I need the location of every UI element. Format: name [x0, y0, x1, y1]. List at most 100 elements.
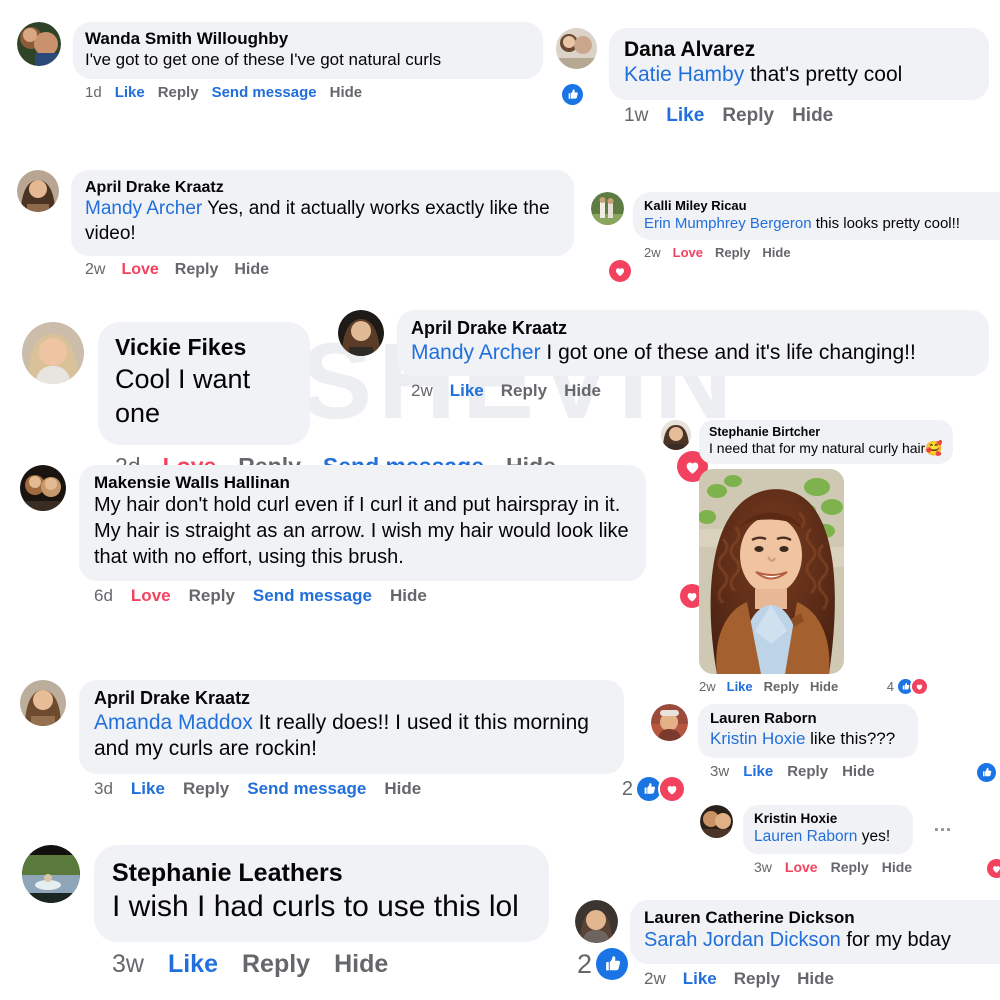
reaction-summary[interactable]: 4 [887, 676, 929, 696]
like-button[interactable]: Like [743, 763, 773, 780]
avatar[interactable] [591, 192, 624, 225]
like-button[interactable]: Like [168, 950, 218, 979]
comment-wanda-smith-willoughby[interactable]: Wanda Smith Willoughby I've got to get o… [17, 22, 585, 108]
mention-tag[interactable]: Sarah Jordan Dickson [644, 929, 841, 951]
mention-tag[interactable]: Erin Mumphrey Bergeron [644, 215, 812, 232]
comment-author[interactable]: Kristin Hoxie [754, 811, 902, 827]
like-button[interactable]: Like [115, 84, 145, 101]
comment-bubble: Dana Alvarez Katie Hamby that's pretty c… [609, 28, 989, 101]
hide-button[interactable]: Hide [234, 261, 269, 279]
avatar[interactable] [700, 805, 733, 838]
reply-button[interactable]: Reply [158, 84, 199, 101]
like-button[interactable]: Like [683, 969, 717, 989]
avatar[interactable] [661, 420, 691, 450]
comment-timestamp: 2w [699, 678, 716, 694]
comment-author[interactable]: Stephanie Leathers [112, 858, 531, 888]
avatar[interactable] [20, 680, 66, 726]
comment-author[interactable]: Makensie Walls Hallinan [94, 473, 631, 493]
comment-timestamp: 6d [94, 586, 113, 606]
comment-author[interactable]: April Drake Kraatz [85, 178, 560, 197]
love-button[interactable]: Love [785, 859, 818, 875]
hide-button[interactable]: Hide [882, 859, 912, 875]
comment-text: I need that for my natural curly hair🥰 [709, 440, 943, 458]
love-icon [910, 676, 929, 696]
comment-kristin-hoxie[interactable]: Kristin Hoxie Lauren Raborn yes! … 3w Lo… [700, 805, 1000, 881]
comment-author[interactable]: Stephanie Birtcher [709, 425, 943, 440]
reply-button[interactable]: Reply [175, 261, 219, 279]
comment-bubble: April Drake Kraatz Amanda Maddox It real… [79, 680, 624, 775]
mention-tag[interactable]: Amanda Maddox [94, 711, 253, 734]
comment-author[interactable]: Lauren Raborn [710, 710, 906, 728]
mention-tag[interactable]: Katie Hamby [624, 63, 744, 86]
send-message-button[interactable]: Send message [247, 779, 366, 799]
send-message-button[interactable]: Send message [253, 586, 372, 606]
avatar[interactable] [556, 28, 597, 69]
comment-makensie-walls-hallinan[interactable]: Makensie Walls Hallinan My hair don't ho… [20, 465, 706, 611]
comment-dana-alvarez[interactable]: Dana Alvarez Katie Hamby that's pretty c… [556, 28, 1000, 127]
love-button[interactable]: Love [121, 261, 158, 279]
hide-button[interactable]: Hide [810, 679, 838, 694]
hide-button[interactable]: Hide [390, 586, 427, 606]
comment-author[interactable]: Wanda Smith Willoughby [85, 29, 531, 49]
mention-tag[interactable]: Lauren Raborn [754, 828, 857, 845]
avatar[interactable] [651, 704, 688, 741]
reply-button[interactable]: Reply [242, 950, 310, 979]
like-button[interactable]: Like [131, 779, 165, 799]
comment-body: yes! [861, 828, 891, 846]
comment-text: Katie Hamby that's pretty cool [624, 62, 974, 89]
hide-button[interactable]: Hide [334, 950, 388, 979]
comment-author[interactable]: Dana Alvarez [624, 37, 974, 62]
avatar[interactable] [20, 465, 66, 511]
comment-author[interactable]: Vickie Fikes [115, 334, 293, 362]
attached-photo[interactable] [699, 468, 844, 674]
hide-button[interactable]: Hide [797, 969, 834, 989]
reply-button[interactable]: Reply [764, 679, 799, 694]
mention-tag[interactable]: Mandy Archer [85, 198, 202, 219]
avatar[interactable] [17, 170, 59, 212]
comment-text: My hair don't hold curl even if I curl i… [94, 494, 629, 568]
avatar[interactable] [22, 322, 84, 384]
comment-timestamp: 3w [754, 859, 772, 876]
hide-button[interactable]: Hide [330, 84, 363, 101]
like-button[interactable]: Like [727, 679, 753, 694]
send-message-button[interactable]: Send message [212, 84, 317, 101]
comment-april-drake-kraatz-3[interactable]: April Drake Kraatz Amanda Maddox It real… [20, 680, 686, 804]
reply-button[interactable]: Reply [722, 105, 774, 127]
comment-vickie-fikes[interactable]: Vickie Fikes Cool I want one 2d Love Rep… [22, 322, 710, 484]
like-button[interactable]: Like [666, 105, 704, 127]
comment-stephanie-leathers[interactable]: Stephanie Leathers I wish I had curls to… [22, 845, 630, 983]
reply-button[interactable]: Reply [183, 779, 229, 799]
reply-button[interactable]: Reply [734, 969, 780, 989]
comment-timestamp: 1w [624, 105, 649, 127]
reply-button[interactable]: Reply [831, 859, 869, 875]
love-button[interactable]: Love [131, 586, 171, 606]
comment-author[interactable]: April Drake Kraatz [94, 688, 609, 710]
mention-tag[interactable]: Kristin Hoxie [710, 729, 805, 748]
avatar[interactable] [22, 845, 80, 903]
comment-author[interactable]: Lauren Catherine Dickson [644, 908, 1000, 928]
comment-lauren-raborn[interactable]: Lauren Raborn Kristin Hoxie like this???… [651, 704, 998, 784]
comment-text: I've got to get one of these I've got na… [85, 50, 442, 70]
avatar[interactable] [17, 22, 61, 66]
comment-lauren-catherine-dickson[interactable]: Lauren Catherine Dickson Sarah Jordan Di… [575, 900, 1000, 989]
comment-stephanie-birtcher[interactable]: Stephanie Birtcher I need that for my na… [661, 420, 953, 696]
comment-author[interactable]: Kalli Miley Ricau [644, 198, 1000, 214]
reaction-summary[interactable] [973, 760, 998, 784]
comment-text: Amanda Maddox It really does!! I used it… [94, 710, 609, 764]
hide-button[interactable]: Hide [842, 763, 875, 780]
reaction-summary[interactable] [983, 857, 1000, 881]
reply-button[interactable]: Reply [787, 763, 828, 780]
hide-button[interactable]: Hide [762, 245, 790, 260]
hide-button[interactable]: Hide [792, 105, 833, 127]
reply-button[interactable]: Reply [189, 586, 235, 606]
comment-actions: 6d Love Reply Send message Hide [79, 582, 706, 611]
love-button[interactable]: Love [673, 245, 703, 260]
more-options-icon[interactable]: … [933, 815, 953, 837]
reply-button[interactable]: Reply [715, 245, 750, 260]
hide-button[interactable]: Hide [384, 779, 421, 799]
comment-april-drake-kraatz-1[interactable]: April Drake Kraatz Mandy Archer Yes, and… [17, 170, 633, 284]
comment-actions: 2w Like Reply Hide 4 [699, 676, 929, 696]
reaction-summary[interactable] [605, 257, 633, 284]
comment-kalli-miley-ricau[interactable]: Kalli Miley Ricau Erin Mumphrey Bergeron… [591, 192, 1000, 260]
avatar[interactable] [575, 900, 618, 943]
